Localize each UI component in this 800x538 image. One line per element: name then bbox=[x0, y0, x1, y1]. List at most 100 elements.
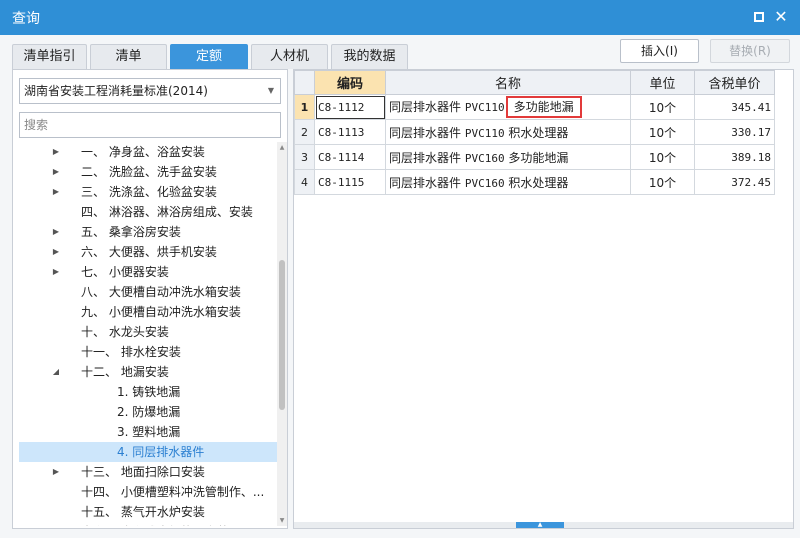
tab-quota[interactable]: 定额 bbox=[170, 44, 248, 69]
name-spec: PVC160 bbox=[464, 176, 505, 190]
name-spec: PVC110 bbox=[464, 101, 505, 114]
table-row[interactable]: 2 C8-1113 同层排水器件 PVC110 积水处理器 10个 330.17 bbox=[294, 119, 775, 145]
result-table: 编码 名称 单位 含税单价 1 C8-1112 同层排水器件 PVC110 多功能… bbox=[294, 70, 775, 195]
name-cell[interactable]: 同层排水器件 PVC110 积水处理器 bbox=[385, 119, 631, 145]
search-input[interactable] bbox=[19, 112, 281, 138]
tree-item[interactable]: 2. 防爆地漏 bbox=[19, 402, 277, 422]
scrollbar-handle[interactable]: ▲ bbox=[516, 522, 564, 528]
tree-item[interactable]: 十四、 小便槽塑料冲洗管制作、... bbox=[19, 482, 277, 502]
tree-scrollbar[interactable]: ▲ ▼ bbox=[277, 142, 287, 526]
column-header-code[interactable]: 编码 bbox=[314, 70, 386, 95]
name-suffix: 积水处理器 bbox=[508, 175, 569, 190]
unit-cell[interactable]: 10个 bbox=[630, 144, 695, 170]
table-row[interactable]: 1 C8-1112 同层排水器件 PVC110 多功能地漏 10个 345.41 bbox=[294, 94, 775, 120]
row-number: 2 bbox=[294, 119, 315, 145]
collapsed-arrow-icon[interactable]: ▶ bbox=[51, 182, 61, 202]
tree-item-label: 4. 同层排水器件 bbox=[117, 445, 205, 459]
code-cell[interactable]: C8-1115 bbox=[314, 169, 386, 195]
replace-button[interactable]: 替换(R) bbox=[710, 39, 790, 63]
title-bar: 查询 ✕ bbox=[0, 0, 800, 35]
tree-item-label: 1. 铸铁地漏 bbox=[117, 385, 181, 399]
tree-item-label: 十一、 排水栓安装 bbox=[81, 345, 181, 359]
name-spec: PVC110 bbox=[464, 126, 505, 140]
tree-item-label: 十六、 容积式水加热器安装 bbox=[81, 522, 229, 526]
column-header-unit[interactable]: 单位 bbox=[630, 70, 695, 95]
code-cell[interactable]: C8-1114 bbox=[314, 144, 386, 170]
library-select[interactable]: 湖南省安装工程消耗量标准(2014) ▼ bbox=[19, 78, 281, 104]
scrollbar-thumb[interactable] bbox=[279, 260, 285, 410]
grid-horizontal-scrollbar[interactable]: ▲ bbox=[294, 522, 793, 528]
tab-labor-material[interactable]: 人材机 bbox=[251, 44, 328, 69]
library-select-value: 湖南省安装工程消耗量标准(2014) bbox=[24, 84, 208, 98]
collapsed-arrow-icon[interactable]: ▶ bbox=[51, 222, 61, 242]
name-prefix: 同层排水器件 bbox=[389, 150, 462, 165]
row-number-header bbox=[294, 70, 315, 95]
tree-item-label: 十四、 小便槽塑料冲洗管制作、... bbox=[81, 485, 265, 499]
name-suffix: 多功能地漏 bbox=[508, 150, 569, 165]
tree-item-label: 三、 洗涤盆、化验盆安装 bbox=[81, 185, 217, 199]
tree-item[interactable]: ▶ 七、 小便器安装 bbox=[19, 262, 277, 282]
name-cell[interactable]: 同层排水器件 PVC160 多功能地漏 bbox=[385, 144, 631, 170]
insert-button[interactable]: 插入(I) bbox=[620, 39, 699, 63]
tree-item[interactable]: 3. 塑料地漏 bbox=[19, 422, 277, 442]
tree-item-label: 九、 小便槽自动冲洗水箱安装 bbox=[81, 305, 241, 319]
name-cell[interactable]: 同层排水器件 PVC110 多功能地漏 bbox=[385, 94, 631, 120]
name-cell[interactable]: 同层排水器件 PVC160 积水处理器 bbox=[385, 169, 631, 195]
collapsed-arrow-icon[interactable]: ▶ bbox=[51, 162, 61, 182]
tree-item[interactable]: ◢ 十二、 地漏安装 bbox=[19, 362, 277, 382]
tree-item[interactable]: 1. 铸铁地漏 bbox=[19, 382, 277, 402]
name-spec: PVC160 bbox=[464, 151, 505, 165]
tree-item[interactable]: ▶ 一、 净身盆、浴盆安装 bbox=[19, 142, 277, 162]
tree-item-label: 二、 洗脸盆、洗手盆安装 bbox=[81, 165, 217, 179]
scroll-up-icon[interactable]: ▲ bbox=[278, 144, 286, 151]
tab-bill-guide[interactable]: 清单指引 bbox=[12, 44, 87, 69]
expanded-arrow-icon[interactable]: ◢ bbox=[51, 362, 61, 382]
row-number: 3 bbox=[294, 144, 315, 170]
tree-item[interactable]: ▶ 五、 桑拿浴房安装 bbox=[19, 222, 277, 242]
tree-item-label: 八、 大便槽自动冲洗水箱安装 bbox=[81, 285, 241, 299]
tree-item[interactable]: 九、 小便槽自动冲洗水箱安装 bbox=[19, 302, 277, 322]
tree-item[interactable]: 4. 同层排水器件 bbox=[19, 442, 277, 462]
column-header-price[interactable]: 含税单价 bbox=[694, 70, 775, 95]
table-row[interactable]: 3 C8-1114 同层排水器件 PVC160 多功能地漏 10个 389.18 bbox=[294, 144, 775, 170]
highlighted-name-suffix: 多功能地漏 bbox=[505, 96, 582, 118]
column-header-name[interactable]: 名称 bbox=[385, 70, 631, 95]
price-cell[interactable]: 389.18 bbox=[694, 144, 775, 170]
tree-item[interactable]: 八、 大便槽自动冲洗水箱安装 bbox=[19, 282, 277, 302]
unit-cell[interactable]: 10个 bbox=[630, 119, 695, 145]
code-cell[interactable]: C8-1113 bbox=[314, 119, 386, 145]
price-cell[interactable]: 330.17 bbox=[694, 119, 775, 145]
tree-item[interactable]: 十六、 容积式水加热器安装 bbox=[19, 522, 277, 526]
tree-item[interactable]: 十五、 蒸气开水炉安装 bbox=[19, 502, 277, 522]
tree-item[interactable]: 十、 水龙头安装 bbox=[19, 322, 277, 342]
collapsed-arrow-icon[interactable]: ▶ bbox=[51, 262, 61, 282]
table-row[interactable]: 4 C8-1115 同层排水器件 PVC160 积水处理器 10个 372.45 bbox=[294, 169, 775, 195]
tab-my-data[interactable]: 我的数据 bbox=[331, 44, 408, 69]
left-panel: 湖南省安装工程消耗量标准(2014) ▼ ▶ 一、 净身盆、浴盆安装 ▶ 二、 洗脸盆… bbox=[12, 69, 288, 529]
tree-item[interactable]: ▶ 二、 洗脸盆、洗手盆安装 bbox=[19, 162, 277, 182]
tree-item[interactable]: ▶ 三、 洗涤盆、化验盆安装 bbox=[19, 182, 277, 202]
maximize-icon[interactable] bbox=[750, 8, 768, 26]
window-title: 查询 bbox=[12, 11, 40, 27]
close-icon[interactable]: ✕ bbox=[772, 8, 790, 26]
tree-item[interactable]: 四、 淋浴器、淋浴房组成、安装 bbox=[19, 202, 277, 222]
tab-bill[interactable]: 清单 bbox=[90, 44, 167, 69]
scroll-down-icon[interactable]: ▼ bbox=[278, 517, 286, 524]
tree-item-label: 十三、 地面扫除口安装 bbox=[81, 465, 205, 479]
dialog-content: 清单指引 清单 定额 人材机 我的数据 插入(I) 替换(R) 湖南省安装工程消… bbox=[0, 35, 800, 538]
tree-item[interactable]: ▶ 十三、 地面扫除口安装 bbox=[19, 462, 277, 482]
name-prefix: 同层排水器件 bbox=[389, 175, 462, 190]
chevron-down-icon: ▼ bbox=[267, 86, 274, 95]
tree-item[interactable]: 十一、 排水栓安装 bbox=[19, 342, 277, 362]
tree-item[interactable]: ▶ 六、 大便器、烘手机安装 bbox=[19, 242, 277, 262]
price-cell[interactable]: 372.45 bbox=[694, 169, 775, 195]
unit-cell[interactable]: 10个 bbox=[630, 169, 695, 195]
unit-cell[interactable]: 10个 bbox=[630, 94, 695, 120]
code-cell[interactable]: C8-1112 bbox=[314, 94, 386, 120]
tree-item-label: 七、 小便器安装 bbox=[81, 265, 169, 279]
collapsed-arrow-icon[interactable]: ▶ bbox=[51, 242, 61, 262]
collapsed-arrow-icon[interactable]: ▶ bbox=[51, 462, 61, 482]
price-cell[interactable]: 345.41 bbox=[694, 94, 775, 120]
collapsed-arrow-icon[interactable]: ▶ bbox=[51, 142, 61, 162]
tree-item-label: 五、 桑拿浴房安装 bbox=[81, 225, 181, 239]
